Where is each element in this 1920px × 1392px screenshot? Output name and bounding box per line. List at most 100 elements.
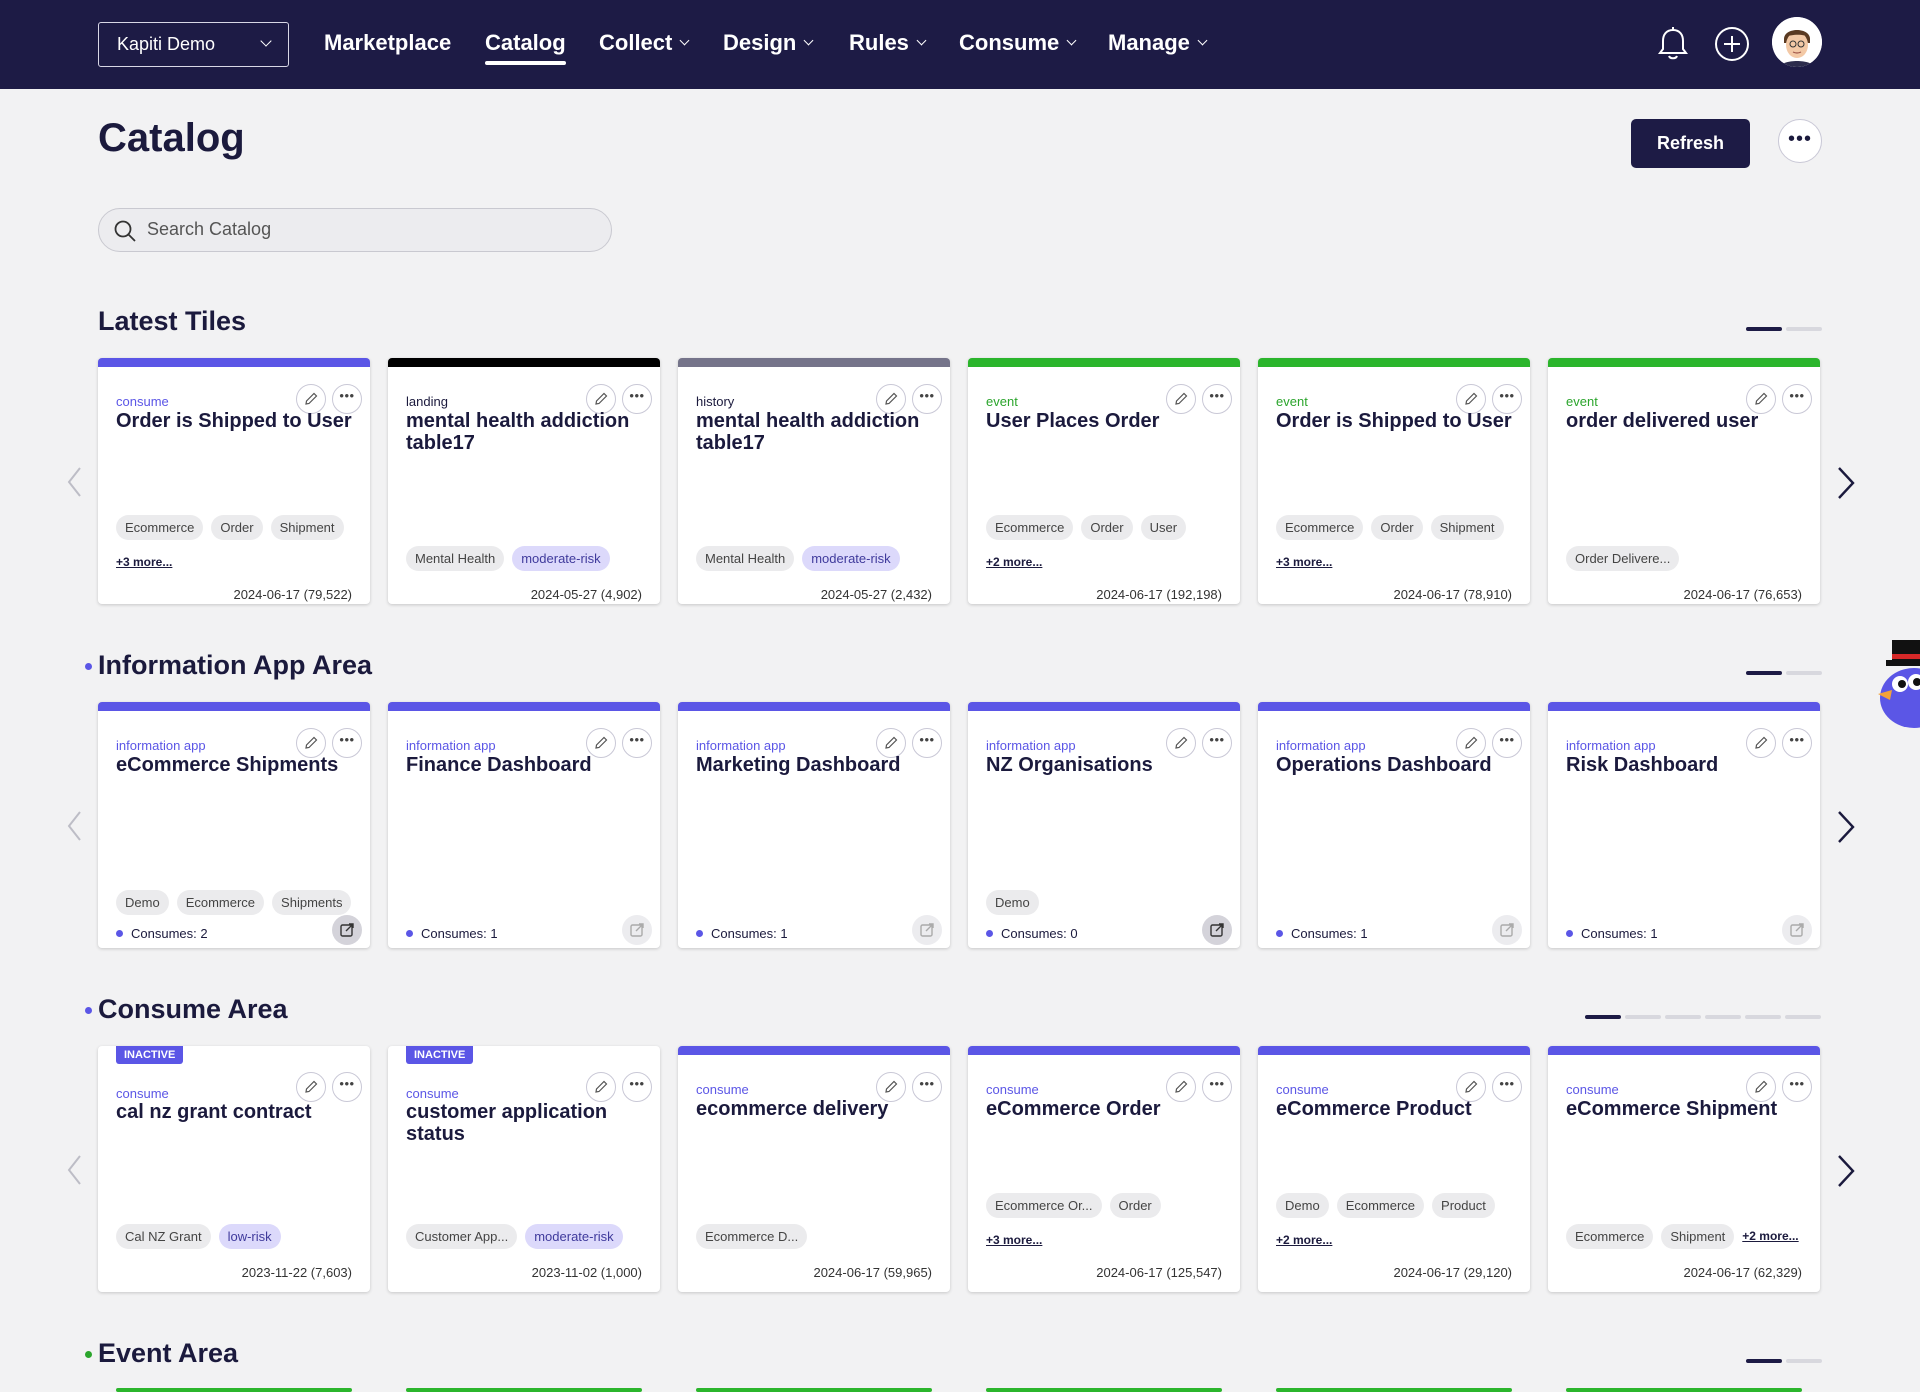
pager-dot[interactable] — [1785, 1015, 1821, 1019]
tag[interactable]: moderate-risk — [802, 546, 900, 571]
consume-card[interactable]: INACTIVE consume ••• customer applicatio… — [388, 1046, 660, 1292]
consume-card[interactable]: consume ••• eCommerce Order Ecommerce Or… — [968, 1046, 1240, 1292]
tag[interactable]: Cal NZ Grant — [116, 1224, 211, 1249]
nav-manage[interactable]: Manage — [1108, 30, 1208, 56]
more-tags-link[interactable]: +3 more... — [986, 1233, 1042, 1247]
event-card-top[interactable] — [116, 1388, 352, 1392]
tag[interactable]: Demo — [116, 890, 169, 915]
tag[interactable]: moderate-risk — [512, 546, 610, 571]
tag[interactable]: Shipment — [270, 515, 344, 540]
edit-button[interactable] — [296, 1072, 326, 1102]
tag[interactable]: Demo — [986, 890, 1039, 915]
tile-card[interactable]: event ••• order delivered user Order Del… — [1548, 358, 1820, 604]
event-card-top[interactable] — [986, 1388, 1222, 1392]
search-input[interactable] — [147, 219, 587, 240]
tile-card[interactable]: history ••• mental health addiction tabl… — [678, 358, 950, 604]
event-card-top[interactable] — [1566, 1388, 1802, 1392]
pager-event-area[interactable] — [1746, 1359, 1822, 1363]
consume-card[interactable]: consume ••• eCommerce Shipment Ecommerce… — [1548, 1046, 1820, 1292]
mascot-helper-icon[interactable] — [1874, 636, 1920, 746]
tile-card[interactable]: event ••• Order is Shipped to User Ecomm… — [1258, 358, 1530, 604]
pager-dot[interactable] — [1705, 1015, 1741, 1019]
nav-marketplace[interactable]: Marketplace — [324, 30, 451, 56]
tag[interactable]: Shipments — [272, 890, 352, 915]
tag[interactable]: Mental Health — [696, 546, 795, 571]
more-tags-link[interactable]: +3 more... — [1276, 555, 1332, 569]
tile-card[interactable]: landing ••• mental health addiction tabl… — [388, 358, 660, 604]
pager-dot[interactable] — [1625, 1015, 1661, 1019]
info-app-card[interactable]: information app ••• NZ Organisations Dem… — [968, 702, 1240, 948]
nav-collect[interactable]: Collect — [599, 30, 690, 56]
pager-latest-tiles[interactable] — [1746, 327, 1822, 331]
info-app-card[interactable]: information app ••• Risk Dashboard Consu… — [1548, 702, 1820, 948]
pager-dot[interactable] — [1745, 1015, 1781, 1019]
tag[interactable]: Ecommerce — [1276, 515, 1364, 540]
tile-more-button[interactable]: ••• — [622, 1072, 652, 1102]
event-card-top[interactable] — [1276, 1388, 1512, 1392]
tag[interactable]: Ecommerce — [176, 890, 265, 915]
info-app-card[interactable]: information app ••• eCommerce Shipments … — [98, 702, 370, 948]
info-app-card[interactable]: information app ••• Operations Dashboard… — [1258, 702, 1530, 948]
pager-dot[interactable] — [1665, 1015, 1701, 1019]
open-external-button[interactable] — [1782, 915, 1812, 945]
open-external-button[interactable] — [332, 915, 362, 945]
consume-card[interactable]: consume ••• ecommerce delivery Ecommerce… — [678, 1046, 950, 1292]
pager-dot[interactable] — [1746, 671, 1782, 675]
tile-card[interactable]: consume ••• Order is Shipped to User Eco… — [98, 358, 370, 604]
carousel-prev-icon[interactable] — [66, 810, 82, 842]
tag[interactable]: User — [1140, 515, 1187, 540]
open-external-button[interactable] — [1202, 915, 1232, 945]
pager-dot[interactable] — [1786, 671, 1822, 675]
more-tags-link[interactable]: +2 more... — [986, 555, 1042, 569]
carousel-prev-icon[interactable] — [66, 466, 82, 498]
plus-circle-icon[interactable] — [1713, 25, 1749, 65]
pager-consume-area[interactable] — [1585, 1015, 1821, 1019]
nav-rules[interactable]: Rules — [849, 30, 927, 56]
pager-dot[interactable] — [1786, 327, 1822, 331]
edit-button[interactable] — [586, 1072, 616, 1102]
nav-consume[interactable]: Consume — [959, 30, 1077, 56]
more-options-button[interactable]: ••• — [1778, 119, 1822, 163]
pager-dot[interactable] — [1585, 1015, 1621, 1019]
tag[interactable]: Order — [1081, 515, 1133, 540]
search-bar[interactable] — [98, 208, 612, 252]
tag[interactable]: Ecommerce — [1566, 1224, 1654, 1249]
tag[interactable]: low-risk — [218, 1224, 281, 1249]
tag[interactable]: Order — [1371, 515, 1423, 540]
avatar[interactable] — [1772, 17, 1822, 67]
carousel-next-icon[interactable] — [1836, 1154, 1856, 1188]
event-card-top[interactable] — [696, 1388, 932, 1392]
tag[interactable]: Customer App... — [406, 1224, 518, 1249]
event-card-top[interactable] — [406, 1388, 642, 1392]
pager-information-app-area[interactable] — [1746, 671, 1822, 675]
nav-design[interactable]: Design — [723, 30, 814, 56]
tag[interactable]: moderate-risk — [525, 1224, 623, 1249]
carousel-next-icon[interactable] — [1836, 810, 1856, 844]
consume-card[interactable]: consume ••• eCommerce Product Demo Ecomm… — [1258, 1046, 1530, 1292]
info-app-card[interactable]: information app ••• Finance Dashboard Co… — [388, 702, 660, 948]
tag[interactable]: Ecommerce — [1336, 1193, 1425, 1218]
tag[interactable]: Ecommerce — [116, 515, 204, 540]
carousel-next-icon[interactable] — [1836, 466, 1856, 500]
more-tags-link[interactable]: +2 more... — [1742, 1224, 1798, 1249]
more-tags-link[interactable]: +2 more... — [1276, 1233, 1332, 1247]
tenant-selector[interactable]: Kapiti Demo — [98, 22, 289, 67]
tag[interactable]: Ecommerce Or... — [986, 1193, 1102, 1218]
tag[interactable]: Mental Health — [406, 546, 505, 571]
tag[interactable]: Ecommerce D... — [696, 1224, 808, 1249]
nav-catalog[interactable]: Catalog — [485, 30, 566, 65]
tile-card[interactable]: event ••• User Places Order Ecommerce Or… — [968, 358, 1240, 604]
carousel-prev-icon[interactable] — [66, 1154, 82, 1186]
more-tags-link[interactable]: +3 more... — [116, 555, 172, 569]
tag[interactable]: Shipment — [1661, 1224, 1735, 1249]
info-app-card[interactable]: information app ••• Marketing Dashboard … — [678, 702, 950, 948]
tag[interactable]: Order Delivere... — [1566, 546, 1680, 571]
pager-dot[interactable] — [1746, 1359, 1782, 1363]
open-external-button[interactable] — [1492, 915, 1522, 945]
tag[interactable]: Order — [1109, 1193, 1161, 1218]
tag[interactable]: Shipment — [1430, 515, 1504, 540]
tag[interactable]: Demo — [1276, 1193, 1329, 1218]
consume-card[interactable]: INACTIVE consume ••• cal nz grant contra… — [98, 1046, 370, 1292]
refresh-button[interactable]: Refresh — [1631, 119, 1750, 168]
bell-icon[interactable] — [1655, 24, 1691, 64]
